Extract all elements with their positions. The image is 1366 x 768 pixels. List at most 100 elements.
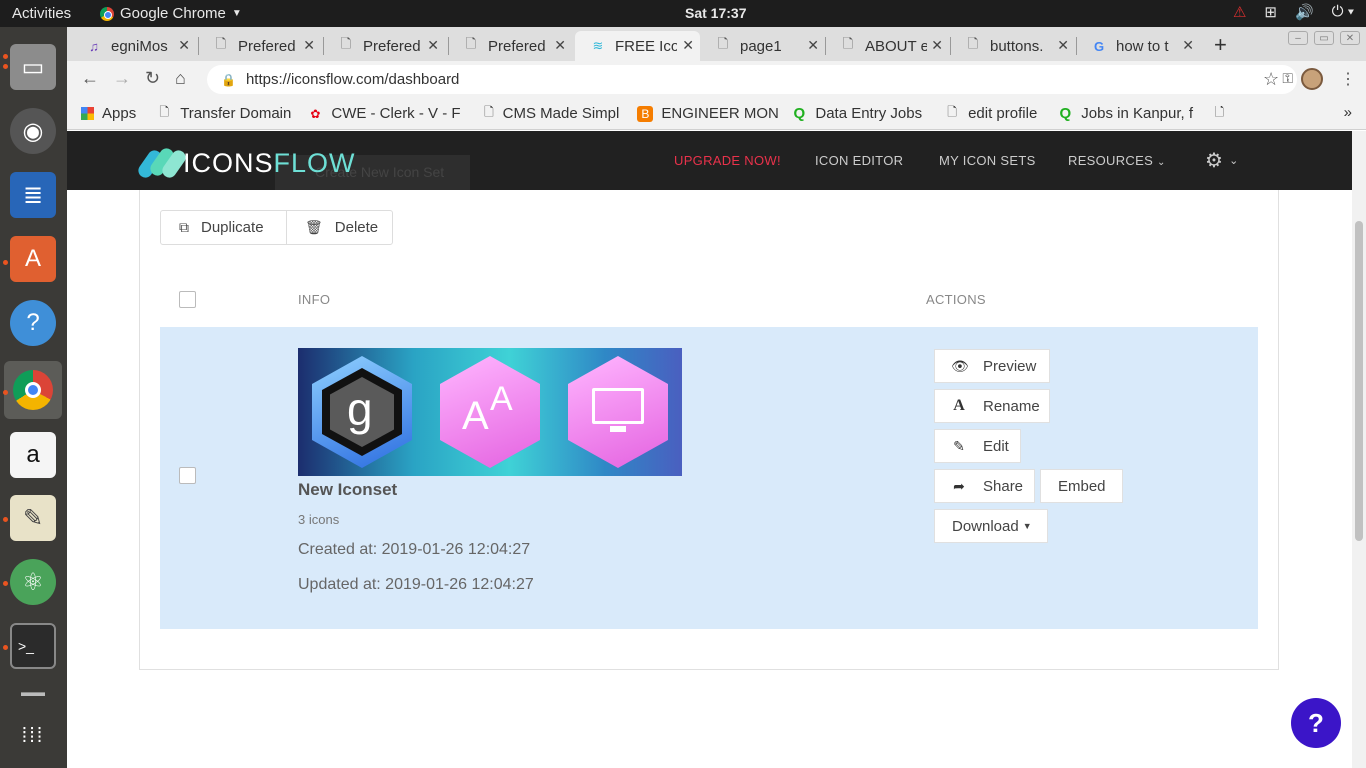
avatar[interactable]	[1301, 68, 1323, 90]
help-button[interactable]: ?	[1291, 698, 1341, 748]
amazon-icon[interactable]: a	[10, 432, 56, 478]
bookmark-item[interactable]: Q Jobs in Kanpur, f	[1057, 105, 1195, 122]
volume-icon[interactable]: 🔊	[1295, 3, 1314, 21]
close-icon[interactable]: ✕	[931, 37, 943, 54]
close-icon[interactable]: ✕	[178, 37, 190, 54]
close-icon[interactable]: ✕	[1182, 37, 1194, 54]
share-button[interactable]: ➦ Share	[934, 469, 1035, 503]
site-logo[interactable]: ICONSFLOW	[135, 145, 356, 181]
tab[interactable]: 🗋 page1 ✕	[700, 31, 825, 61]
close-window-button[interactable]: ✕	[1340, 31, 1360, 45]
maximize-button[interactable]: ▭	[1314, 31, 1334, 45]
iconset-name[interactable]: New Iconset	[298, 480, 397, 500]
logo-text: ICONSFLOW	[183, 147, 356, 178]
tab[interactable]: G how to t ✕	[1076, 31, 1200, 61]
lock-icon[interactable]: 🔒	[221, 73, 236, 87]
software-center-icon[interactable]: A	[10, 236, 56, 282]
tab[interactable]: 🗋 Prefered ✕	[448, 31, 572, 61]
address-bar[interactable]: 🔒 https://iconsflow.com/dashboard ⚿	[207, 65, 1297, 94]
close-icon[interactable]: ✕	[1057, 37, 1069, 54]
bookmark-item[interactable]: 🗋 Transfer Domain	[156, 105, 291, 122]
q-icon: Q	[793, 105, 806, 122]
bookmarks-overflow-icon[interactable]: »	[1344, 104, 1352, 121]
page-icon: 🗋	[340, 36, 352, 51]
bookmark-item[interactable]: 🗋 CMS Made Simpl	[483, 105, 619, 122]
tab[interactable]: 🗋 ABOUT e ✕	[825, 31, 949, 61]
running-indicator	[3, 645, 8, 650]
system-tray[interactable]: ⚠ ⊞ 🔊 ⏻ ▾	[1233, 3, 1354, 21]
close-icon[interactable]: ✕	[682, 37, 694, 54]
embed-button[interactable]: Embed	[1040, 469, 1123, 503]
tab[interactable]: 🗋 Prefered ✕	[198, 31, 321, 61]
table-header: INFO ACTIONS	[160, 286, 1258, 327]
bookmark-item[interactable]: ✿ CWE - Clerk - V - F	[307, 105, 469, 122]
app-menu[interactable]: Google Chrome ▼	[100, 5, 242, 22]
tab-title: page1	[740, 37, 782, 55]
terminal-icon[interactable]: >_	[10, 623, 56, 669]
home-icon[interactable]: ⌂	[175, 68, 186, 89]
warning-icon[interactable]: ⚠	[1233, 3, 1246, 21]
upgrade-link[interactable]: UPGRADE NOW!	[674, 153, 781, 168]
tab-title: egniMos	[111, 37, 168, 55]
show-apps-icon[interactable]: ⁞⁞⁞	[10, 713, 56, 759]
files-icon[interactable]: ▭	[10, 44, 56, 90]
page-scrollbar[interactable]	[1352, 131, 1366, 768]
icon-editor-link[interactable]: ICON EDITOR	[815, 153, 903, 168]
tab[interactable]: ♫ egniMos ✕	[71, 31, 196, 61]
back-button[interactable]: ←	[81, 68, 99, 89]
new-tab-button[interactable]: +	[1214, 32, 1227, 58]
tab-active[interactable]: ≋ FREE Ico ✕	[575, 31, 700, 61]
bookmark-item[interactable]: B ENGINEER MON	[637, 105, 779, 122]
close-icon[interactable]: ✕	[427, 37, 439, 54]
download-dropdown[interactable]: Download ▼	[934, 509, 1048, 543]
minimize-button[interactable]: –	[1288, 31, 1308, 45]
activities-button[interactable]: Activities	[12, 5, 71, 22]
text-editor-icon[interactable]: ✎	[10, 495, 56, 541]
tab[interactable]: 🗋 buttons. ✕	[950, 31, 1075, 61]
iconset-thumbnail[interactable]: g A A	[298, 348, 682, 476]
select-all-checkbox[interactable]	[179, 291, 196, 308]
tab[interactable]: 🗋 Prefered ✕	[323, 31, 445, 61]
bookmark-label: ENGINEER MON	[661, 105, 779, 122]
web-page: Create New Icon Set ICONSFLOW UPGRADE NO…	[67, 131, 1352, 768]
forward-button[interactable]: →	[113, 68, 131, 89]
close-icon[interactable]: ✕	[554, 37, 566, 54]
hex-icon-g: g	[312, 356, 412, 468]
close-icon[interactable]: ✕	[303, 37, 315, 54]
scrollbar-thumb[interactable]	[1355, 221, 1363, 541]
delete-button[interactable]: 🗑 Delete	[286, 210, 393, 245]
chevron-down-icon: ⌄	[1156, 157, 1166, 168]
bookmark-item[interactable]: 🗋	[1211, 106, 1235, 122]
rename-button[interactable]: A Rename	[934, 389, 1050, 423]
bookmark-star-icon[interactable]: ☆	[1263, 69, 1279, 90]
resources-menu[interactable]: RESOURCES ⌄	[1068, 153, 1166, 168]
network-icon[interactable]: ⊞	[1264, 3, 1277, 21]
rhythmbox-icon[interactable]: ◉	[10, 108, 56, 154]
menu-icon[interactable]: ⋮	[1340, 69, 1356, 89]
trash-icon[interactable]: ▬▬	[10, 677, 56, 707]
row-checkbox[interactable]	[179, 467, 196, 484]
chrome-dock-item[interactable]	[4, 361, 62, 419]
preview-button[interactable]: 👁 Preview	[934, 349, 1050, 383]
hex-icon-monitor	[568, 356, 668, 468]
writer-icon[interactable]: ≣	[10, 172, 56, 218]
bookmark-item[interactable]: Q Data Entry Jobs	[791, 105, 923, 122]
edit-button[interactable]: ✎ Edit	[934, 429, 1021, 463]
settings-menu[interactable]: ⚙ ⌄	[1205, 148, 1239, 173]
my-icon-sets-link[interactable]: MY ICON SETS	[939, 153, 1036, 168]
duplicate-button[interactable]: ⧉ Duplicate	[160, 210, 287, 245]
key-icon[interactable]: ⚿	[1282, 70, 1293, 87]
close-icon[interactable]: ✕	[807, 37, 819, 54]
power-icon[interactable]: ⏻ ▾	[1332, 3, 1354, 21]
reload-button[interactable]: ↻	[145, 68, 160, 89]
bookmark-apps[interactable]: Apps	[81, 105, 136, 122]
launcher-dock: ▭ ◉ ≣ A ? a ✎ ⚛ >_ ▬▬ ⁞⁞⁞	[0, 27, 67, 768]
tab-title: FREE Ico	[615, 37, 677, 55]
help-icon[interactable]: ?	[10, 300, 56, 346]
bookmarks-bar: Apps 🗋 Transfer Domain ✿ CWE - Clerk - V…	[67, 98, 1366, 130]
bookmark-item[interactable]: 🗋 edit profile	[944, 105, 1037, 122]
blogger-icon: B	[637, 105, 654, 122]
atom-icon[interactable]: ⚛	[10, 559, 56, 605]
clock[interactable]: Sat 17:37	[685, 5, 746, 21]
tab-title: ABOUT e	[865, 37, 927, 55]
